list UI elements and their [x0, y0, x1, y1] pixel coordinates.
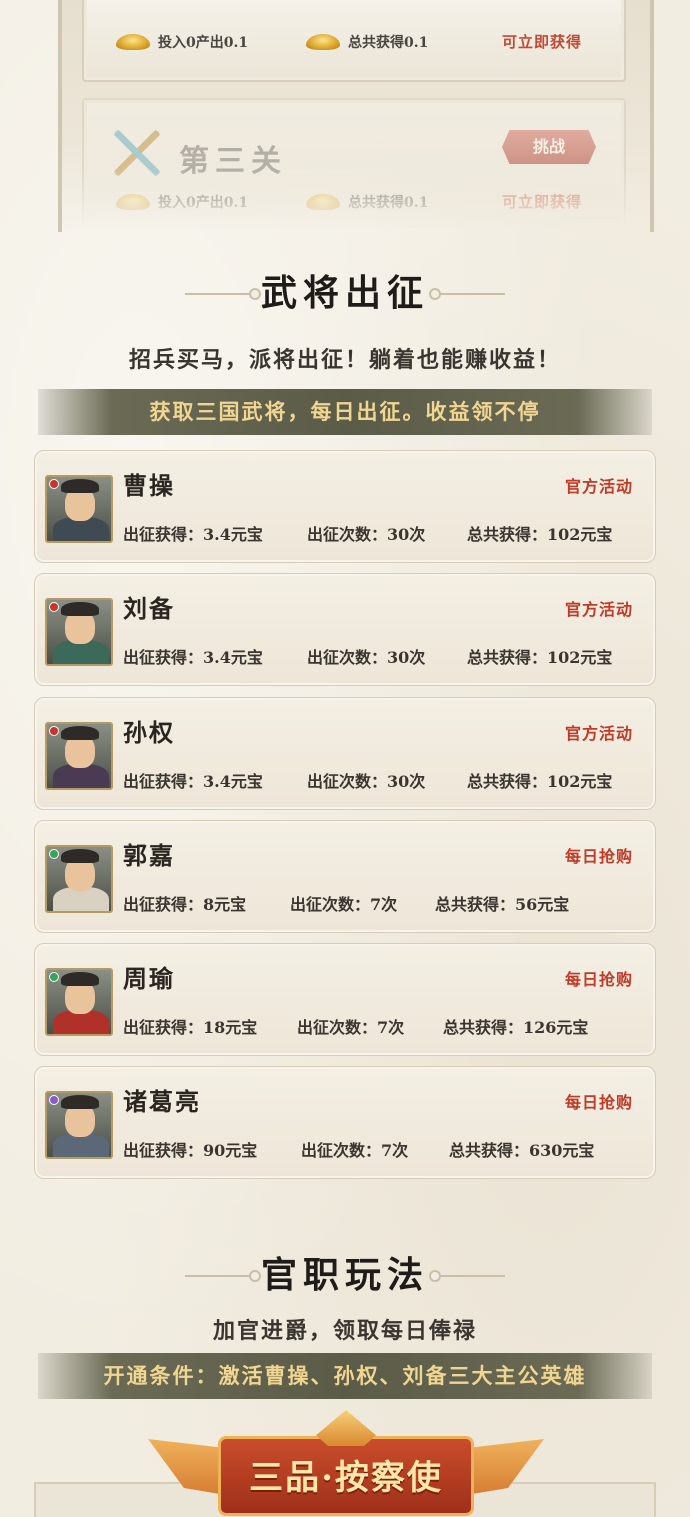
- general-portrait: [45, 475, 113, 543]
- general-portrait: [45, 722, 113, 790]
- general-stat-gain: 出征获得：3.4元宝: [123, 525, 263, 544]
- general-card[interactable]: 出征获得：3.4元宝 出征次数：30次 总共获得：102元宝 孙权 官方活动: [34, 697, 656, 810]
- portrait-hat: [61, 849, 99, 863]
- general-stat-total: 总共获得：126元宝: [443, 1018, 589, 1037]
- general-card[interactable]: 出征获得：90元宝 出征次数：7次 总共获得：630元宝 诸葛亮 每日抢购: [34, 1066, 656, 1179]
- general-stat-gain: 出征获得：18元宝: [123, 1018, 258, 1037]
- general-stat-times: 出征次数：30次: [307, 772, 426, 791]
- general-card[interactable]: 出征获得：8元宝 出征次数：7次 总共获得：56元宝 郭嘉 每日抢购: [34, 820, 656, 933]
- portrait-hat: [61, 972, 99, 986]
- general-stat-total: 总共获得：56元宝: [435, 895, 570, 914]
- general-card[interactable]: 出征获得：18元宝 出征次数：7次 总共获得：126元宝 周瑜 每日抢购: [34, 943, 656, 1056]
- general-tag: 官方活动: [564, 477, 633, 496]
- general-name: 诸葛亮: [123, 1087, 201, 1116]
- general-name: 郭嘉: [123, 841, 175, 870]
- general-card[interactable]: 出征获得：3.4元宝 出征次数：30次 总共获得：102元宝 刘备 官方活动: [34, 573, 656, 686]
- general-tag: 每日抢购: [564, 970, 633, 989]
- stage-total: 总共获得0.1: [306, 192, 428, 212]
- stage-card-3: 第三关 挑战 投入0产出0.1 总共获得0.1 可立即获得: [82, 98, 626, 228]
- general-stat-total: 总共获得：630元宝: [449, 1141, 595, 1160]
- general-portrait: [45, 845, 113, 913]
- stage-total-text: 总共获得0.1: [348, 35, 429, 51]
- stage-title: 第三关: [179, 144, 287, 179]
- general-stat-times: 出征次数：30次: [307, 525, 426, 544]
- general-stat-gain: 出征获得：3.4元宝: [123, 648, 263, 667]
- general-tag: 每日抢购: [564, 1093, 633, 1112]
- ingot-icon: [116, 194, 150, 210]
- rarity-gem-icon: [49, 1095, 59, 1105]
- ingot-icon: [306, 34, 340, 50]
- generals-section-title-wrap: 武将出征: [0, 268, 690, 318]
- generals-banner: 获取三国武将，每日出征。收益领不停: [38, 389, 652, 435]
- generals-section-subtitle: 招兵买马，派将出征！躺着也能赚收益！: [128, 347, 561, 373]
- generals-section-title: 武将出征: [260, 272, 429, 314]
- official-banner: 开通条件：激活曹操、孙权、刘备三大主公英雄: [38, 1353, 652, 1399]
- stage-total-text: 总共获得0.1: [348, 195, 429, 211]
- general-stat-times: 出征次数：7次: [290, 895, 398, 914]
- rarity-gem-icon: [49, 602, 59, 612]
- general-tag: 官方活动: [564, 600, 633, 619]
- stage-invest: 投入0产出0.1: [116, 32, 248, 52]
- rarity-gem-icon: [49, 479, 59, 489]
- general-name: 刘备: [123, 594, 175, 623]
- general-portrait: [45, 968, 113, 1036]
- stage-invest-text: 投入0产出0.1: [158, 195, 249, 211]
- general-stat-gain: 出征获得：90元宝: [123, 1141, 258, 1160]
- rank-title: 三品·按察使: [249, 1458, 443, 1498]
- general-card[interactable]: 出征获得：3.4元宝 出征次数：30次 总共获得：102元宝 曹操 官方活动: [34, 450, 656, 563]
- portrait-hat: [61, 726, 99, 740]
- general-stat-gain: 出征获得：8元宝: [123, 895, 247, 914]
- rank-badge: 三品·按察使: [148, 1410, 544, 1517]
- general-stat-total: 总共获得：102元宝: [467, 525, 613, 544]
- general-stat-times: 出征次数：7次: [297, 1018, 405, 1037]
- stage-invest-text: 投入0产出0.1: [158, 35, 249, 51]
- general-name: 曹操: [123, 471, 175, 500]
- general-tag: 官方活动: [564, 724, 633, 743]
- stage-total: 总共获得0.1: [306, 32, 428, 52]
- portrait-hat: [61, 1095, 99, 1109]
- portrait-hat: [61, 479, 99, 493]
- rarity-gem-icon: [49, 849, 59, 859]
- official-section-title: 官职玩法: [260, 1254, 429, 1296]
- general-stat-times: 出征次数：30次: [307, 648, 426, 667]
- ingot-icon: [306, 194, 340, 210]
- general-stat-times: 出征次数：7次: [301, 1141, 409, 1160]
- claim-button[interactable]: 可立即获得: [502, 191, 582, 212]
- ornament-left: [185, 1270, 261, 1282]
- general-stat-total: 总共获得：102元宝: [467, 772, 613, 791]
- general-stat-gain: 出征获得：3.4元宝: [123, 772, 263, 791]
- general-tag: 每日抢购: [564, 847, 633, 866]
- rarity-gem-icon: [49, 972, 59, 982]
- rarity-gem-icon: [49, 726, 59, 736]
- rank-crest-icon: [316, 1410, 376, 1446]
- general-portrait: [45, 598, 113, 666]
- claim-button[interactable]: 可立即获得: [502, 31, 582, 52]
- stage-card-2: 投入0产出0.1 总共获得0.1 可立即获得: [82, 0, 626, 82]
- general-name: 周瑜: [123, 964, 175, 993]
- general-stat-total: 总共获得：102元宝: [467, 648, 613, 667]
- challenge-button[interactable]: 挑战: [502, 130, 596, 164]
- official-section-title-wrap: 官职玩法: [0, 1250, 690, 1300]
- ornament-right: [429, 1270, 505, 1282]
- general-name: 孙权: [123, 718, 175, 747]
- stage-invest: 投入0产出0.1: [116, 192, 248, 212]
- ornament-left: [185, 288, 261, 300]
- crossed-swords-icon: [114, 130, 160, 176]
- general-portrait: [45, 1091, 113, 1159]
- ornament-right: [429, 288, 505, 300]
- portrait-hat: [61, 602, 99, 616]
- ingot-icon: [116, 34, 150, 50]
- official-section-subtitle: 加官进爵，领取每日俸禄: [212, 1318, 477, 1344]
